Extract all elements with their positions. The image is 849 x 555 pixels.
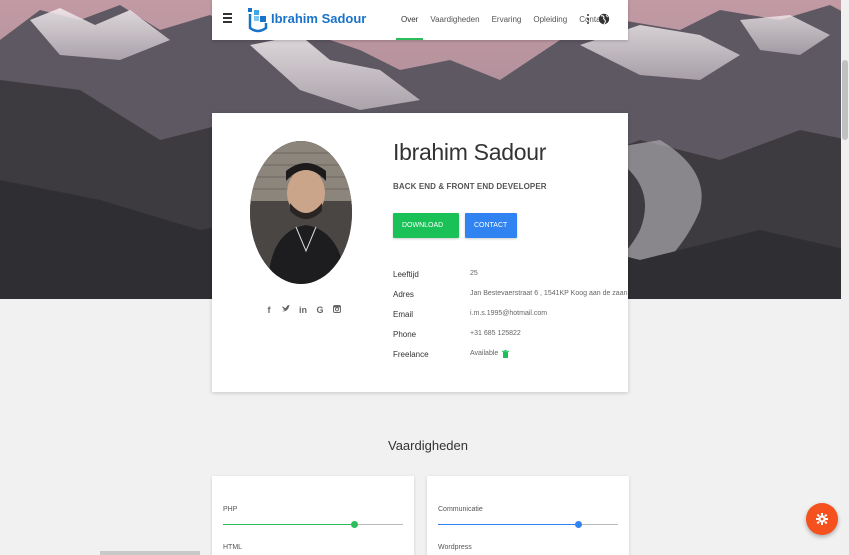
info-label: Adres (393, 290, 414, 299)
avatar (250, 141, 352, 284)
nav-link-opleiding[interactable]: Opleiding (533, 0, 567, 40)
horizontal-scrollbar[interactable] (100, 551, 200, 555)
nav-link-ervaring[interactable]: Ervaring (492, 0, 522, 40)
info-label: Freelance (393, 350, 429, 359)
profile-info: Leeftijd 25 Adres Jan Bestevaerstraat 6 … (393, 270, 627, 370)
instagram-icon[interactable] (333, 305, 341, 315)
info-value: 25 (470, 270, 478, 277)
info-row-age: Leeftijd 25 (393, 270, 627, 290)
more-vert-icon[interactable] (587, 14, 590, 26)
skill-name: HTML (223, 544, 243, 551)
info-label: Leeftijd (393, 270, 419, 279)
nav-link-over[interactable]: Over (395, 0, 424, 40)
download-cv-button[interactable]: DOWNLOAD CV ⬇ (393, 213, 459, 254)
skill-name: PHP (223, 506, 238, 513)
settings-fab[interactable] (806, 503, 838, 535)
skill-name: Wordpress (438, 544, 472, 551)
scrollbar[interactable] (841, 0, 849, 555)
brand-name[interactable]: Ibrahim Sadour (271, 11, 366, 26)
globe-icon[interactable] (598, 13, 610, 25)
info-value[interactable]: +31 685 125822 (470, 330, 521, 350)
profile-role: BACK END & FRONT END DEVELOPER (393, 182, 547, 191)
settings-icon (816, 513, 828, 525)
skill-bar (438, 521, 618, 528)
info-value[interactable]: i.m.s.1995@hotmail.com (470, 310, 547, 330)
twitter-icon[interactable] (282, 305, 290, 315)
contact-button[interactable]: CONTACT ⊙ (465, 213, 517, 254)
skills-card-soft: Communicatie Wordpress (427, 476, 629, 555)
skill-bar-knob[interactable] (350, 521, 358, 528)
logo-icon[interactable] (248, 6, 270, 34)
skills-title: Vaardigheden (388, 438, 468, 453)
social-links: f in G (265, 305, 341, 315)
scrollbar-thumb[interactable] (842, 60, 848, 140)
info-value: Jan Bestevaerstraat 6 , 1541KP Koog aan … (470, 290, 628, 297)
info-label: Email (393, 310, 414, 319)
skill-bar-knob[interactable] (574, 521, 582, 528)
skill-bar-fill (223, 524, 355, 525)
nav-link-vaardigheden[interactable]: Vaardigheden (430, 0, 479, 40)
skill-bar-fill (438, 524, 579, 525)
profile-name: Ibrahim Sadour (393, 139, 547, 165)
navbar: Ibrahim Sadour Over Vaardigheden Ervarin… (212, 0, 628, 40)
linkedin-icon[interactable]: in (299, 305, 307, 315)
skill-bar (223, 521, 403, 528)
google-icon[interactable]: G (316, 305, 324, 315)
info-row-email: Email i.m.s.1995@hotmail.com (393, 310, 627, 330)
available-badge-icon (502, 350, 510, 370)
skills-card-technical: PHP HTML (212, 476, 414, 555)
menu-icon[interactable] (223, 13, 233, 25)
info-label: Phone (393, 330, 417, 339)
info-value: Available (470, 350, 499, 357)
info-row-phone: Phone +31 685 125822 (393, 330, 627, 350)
facebook-icon[interactable]: f (265, 305, 273, 315)
profile-card: f in G Ibrahim Sadour BACK END & FRONT E… (212, 113, 628, 392)
info-row-address: Adres Jan Bestevaerstraat 6 , 1541KP Koo… (393, 290, 627, 310)
info-row-freelance: Freelance Available (393, 350, 627, 370)
skill-name: Communicatie (438, 506, 483, 513)
